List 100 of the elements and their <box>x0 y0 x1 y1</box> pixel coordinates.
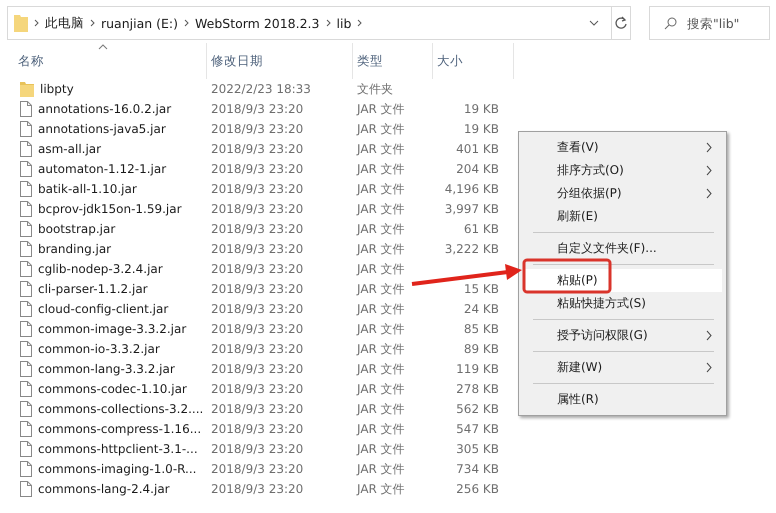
menu-item[interactable]: 自定义文件夹(F)... <box>523 237 722 260</box>
menu-item[interactable]: 刷新(E) <box>523 205 722 228</box>
file-name[interactable]: annotations-java5.jar <box>38 122 166 136</box>
file-type: JAR 文件 <box>355 220 406 238</box>
file-size: 734 KB <box>455 462 499 476</box>
file-size: 256 KB <box>455 482 499 496</box>
file-size: 401 KB <box>455 142 499 156</box>
file-size: 4,196 KB <box>444 182 499 196</box>
dropdown-icon[interactable] <box>589 20 599 26</box>
file-icon <box>20 121 32 137</box>
file-name[interactable]: bcprov-jdk15on-1.59.jar <box>38 202 182 216</box>
file-name[interactable]: libpty <box>40 82 74 96</box>
file-icon <box>20 201 32 217</box>
file-name[interactable]: commons-imaging-1.0-R... <box>38 462 196 476</box>
file-icon <box>20 421 32 437</box>
menu-item[interactable]: 属性(R) <box>523 388 722 411</box>
breadcrumb[interactable]: WebStorm 2018.2.3 <box>195 16 320 30</box>
menu-item[interactable]: 新建(W) <box>523 356 722 379</box>
modified-date: 2018/9/3 23:20 <box>210 482 304 496</box>
file-type: JAR 文件 <box>355 200 406 218</box>
refresh-button[interactable] <box>612 6 631 40</box>
file-size: 3,222 KB <box>444 242 499 256</box>
file-size: 19 KB <box>462 122 499 136</box>
file-name[interactable]: common-io-3.3.2.jar <box>38 342 160 356</box>
breadcrumb[interactable]: lib <box>336 16 352 30</box>
file-name[interactable]: commons-compress-1.16... <box>38 422 202 436</box>
file-type: 文件夹 <box>356 80 394 98</box>
file-name[interactable]: asm-all.jar <box>38 142 102 156</box>
sort-caret-icon <box>98 43 108 50</box>
file-type: JAR 文件 <box>355 260 406 278</box>
file-size: 15 KB <box>462 282 499 296</box>
file-type: JAR 文件 <box>355 320 406 338</box>
search-field[interactable]: 搜索"lib" <box>649 6 770 40</box>
file-icon <box>20 221 32 237</box>
file-icon <box>20 301 32 317</box>
file-name[interactable]: cglib-nodep-3.2.4.jar <box>38 262 163 276</box>
file-type: JAR 文件 <box>355 420 406 438</box>
column-header[interactable]: 名称 <box>0 43 207 79</box>
file-icon <box>20 441 32 457</box>
file-icon <box>20 101 32 117</box>
chevron-icon <box>357 19 362 27</box>
modified-date: 2018/9/3 23:20 <box>210 222 304 236</box>
modified-date: 2018/9/3 23:20 <box>210 382 304 396</box>
file-size: 547 KB <box>455 422 499 436</box>
menu-item[interactable]: 排序方式(O) <box>523 159 722 182</box>
file-type: JAR 文件 <box>355 140 406 158</box>
file-name[interactable]: automaton-1.12-1.jar <box>38 162 166 176</box>
chevron-icon <box>34 19 39 27</box>
file-name[interactable]: bootstrap.jar <box>38 222 116 236</box>
file-name[interactable]: cloud-config-client.jar <box>38 302 168 316</box>
file-size: 562 KB <box>455 402 499 416</box>
breadcrumb[interactable]: 此电脑 <box>45 14 84 32</box>
file-type: JAR 文件 <box>355 280 406 298</box>
file-type: JAR 文件 <box>355 300 406 318</box>
file-name[interactable]: commons-httpclient-3.1-... <box>38 442 198 456</box>
modified-date: 2018/9/3 23:20 <box>210 302 304 316</box>
file-name[interactable]: common-lang-3.3.2.jar <box>38 362 175 376</box>
file-name[interactable]: cli-parser-1.1.2.jar <box>38 282 148 296</box>
modified-date: 2018/9/3 23:20 <box>210 202 304 216</box>
menu-item[interactable]: 查看(V) <box>523 136 722 159</box>
folder-icon <box>14 14 28 32</box>
file-size: 24 KB <box>462 302 499 316</box>
file-name[interactable]: commons-collections-3.2.... <box>38 402 204 416</box>
file-size: 85 KB <box>462 322 499 336</box>
file-icon <box>20 401 32 417</box>
file-type: JAR 文件 <box>355 480 406 498</box>
file-size: 61 KB <box>462 222 499 236</box>
file-type: JAR 文件 <box>355 360 406 378</box>
search-icon <box>664 16 677 30</box>
modified-date: 2018/9/3 23:20 <box>210 322 304 336</box>
menu-item[interactable]: 粘贴(P) <box>523 269 722 292</box>
address-bar[interactable]: 此电脑 ruanjian (E:) WebStorm 2018.2.3 lib <box>7 6 612 40</box>
modified-date: 2018/9/3 23:20 <box>210 282 304 296</box>
menu-item[interactable]: 授予访问权限(G) <box>523 324 722 347</box>
file-icon <box>20 141 32 157</box>
breadcrumb[interactable]: ruanjian (E:) <box>101 16 178 30</box>
column-header[interactable]: 修改日期 <box>207 43 353 79</box>
chevron-icon <box>184 19 190 27</box>
file-name[interactable]: commons-codec-1.10.jar <box>38 382 187 396</box>
modified-date: 2018/9/3 23:20 <box>210 422 304 436</box>
modified-date: 2018/9/3 23:20 <box>210 182 304 196</box>
file-size: 19 KB <box>462 102 499 116</box>
file-icon <box>20 161 32 177</box>
file-icon <box>20 341 32 357</box>
file-size: 119 KB <box>455 362 499 376</box>
chevron-icon <box>90 19 95 27</box>
menu-item[interactable]: 粘贴快捷方式(S) <box>523 292 722 315</box>
modified-date: 2018/9/3 23:20 <box>210 262 304 276</box>
file-name[interactable]: common-image-3.3.2.jar <box>38 322 186 336</box>
chevron-icon <box>326 19 330 27</box>
file-name[interactable]: commons-lang-2.4.jar <box>38 482 170 496</box>
column-header[interactable]: 大小 <box>433 43 514 79</box>
column-header[interactable]: 类型 <box>353 43 433 79</box>
file-name[interactable]: branding.jar <box>38 242 112 256</box>
modified-date: 2018/9/3 23:20 <box>210 402 304 416</box>
menu-item[interactable]: 分组依据(P) <box>523 182 722 205</box>
modified-date: 2018/9/3 23:20 <box>210 342 304 356</box>
file-name[interactable]: batik-all-1.10.jar <box>38 182 137 196</box>
file-name[interactable]: annotations-16.0.2.jar <box>38 102 172 116</box>
modified-date: 2018/9/3 23:20 <box>210 362 304 376</box>
